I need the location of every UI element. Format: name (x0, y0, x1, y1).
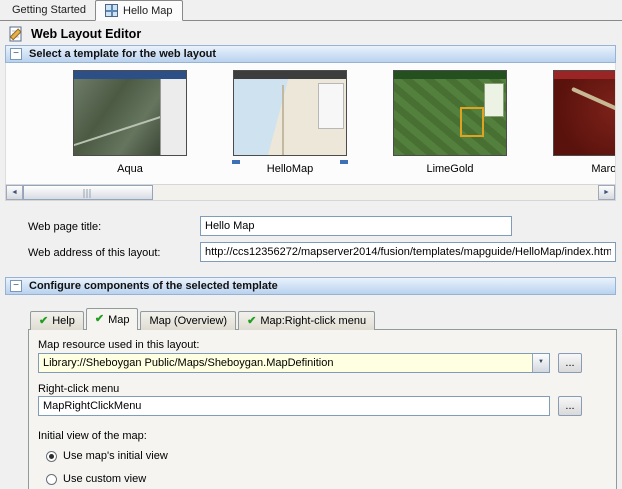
map-icon (105, 4, 118, 17)
tab-hello-map[interactable]: Hello Map (95, 0, 183, 21)
radio-use-map-initial-view[interactable]: Use map's initial view (46, 450, 168, 462)
rightclick-menu-input[interactable] (38, 396, 550, 416)
web-page-title-label: Web page title: (28, 221, 102, 233)
radio-selected-icon[interactable] (46, 450, 57, 462)
radio-label: Use custom view (63, 473, 147, 485)
collapse-icon[interactable]: − (10, 280, 22, 292)
template-thumbnail-strip: Aqua HelloMap LimeGold Maro (6, 70, 616, 175)
scrollbar-grip-icon (83, 189, 93, 198)
template-name: Maroon (591, 163, 616, 175)
template-section-title: Select a template for the web layout (29, 48, 217, 60)
thumbnail-art-layer (394, 71, 506, 79)
radio-use-custom-view[interactable]: Use custom view (46, 473, 146, 485)
web-address-label: Web address of this layout: (28, 247, 161, 259)
tab-map[interactable]: ✔ Map (85, 308, 139, 330)
selection-handle (340, 160, 348, 164)
edit-page-icon (9, 26, 22, 42)
collapse-icon[interactable]: − (10, 48, 22, 60)
template-preview-image[interactable] (553, 70, 615, 156)
template-name: LimeGold (426, 163, 474, 175)
radio-label: Use map's initial view (63, 450, 168, 462)
tab-label: Getting Started (12, 4, 86, 16)
template-preview-image[interactable] (73, 70, 187, 156)
web-address-input[interactable] (200, 242, 616, 262)
thumbnail-art-layer (554, 71, 615, 79)
web-page-title-input[interactable] (200, 216, 512, 236)
browse-rightclick-menu-button[interactable]: ... (558, 396, 582, 416)
check-icon: ✔ (247, 314, 257, 327)
map-resource-label: Map resource used in this layout: (38, 339, 200, 351)
thumbnail-art-layer (282, 85, 284, 155)
selection-handle (232, 160, 240, 164)
tab-label: Map (108, 313, 130, 326)
tab-getting-started[interactable]: Getting Started (3, 0, 95, 20)
scroll-left-icon[interactable]: ◄ (6, 185, 23, 200)
template-section-header: − Select a template for the web layout (5, 45, 616, 63)
rightclick-menu-label: Right-click menu (38, 383, 120, 395)
template-item-aqua[interactable]: Aqua (72, 70, 188, 175)
thumbnail-art-layer (484, 83, 504, 117)
template-item-limegold[interactable]: LimeGold (392, 70, 508, 175)
page-title-row: Web Layout Editor (8, 26, 141, 42)
map-resource-value: Library://Sheboygan Public/Maps/Sheboyga… (43, 357, 334, 369)
thumbnail-art-layer (160, 79, 186, 155)
thumbnail-art-layer (460, 107, 484, 137)
scroll-right-icon[interactable]: ► (598, 185, 615, 200)
check-icon: ✔ (94, 313, 105, 325)
page-title: Web Layout Editor (31, 27, 142, 41)
gallery-horizontal-scrollbar[interactable]: ◄ ► (5, 184, 616, 201)
document-tab-bar: Getting Started Hello Map (0, 0, 622, 21)
browse-map-resource-button[interactable]: ... (558, 353, 582, 373)
tab-label: Map:Right-click menu (260, 315, 367, 327)
template-name: HelloMap (266, 163, 314, 175)
tab-help[interactable]: ✔ Help (30, 311, 84, 330)
map-resource-combobox[interactable]: Library://Sheboygan Public/Maps/Sheboyga… (38, 353, 550, 373)
tab-label: Map (Overview) (149, 315, 228, 327)
thumbnail-art-layer (74, 71, 186, 79)
template-preview-image[interactable] (233, 70, 347, 156)
thumbnail-art-layer (234, 71, 346, 79)
radio-unselected-icon[interactable] (46, 473, 57, 485)
check-icon: ✔ (39, 314, 49, 327)
tab-label: Hello Map (123, 4, 173, 17)
scrollbar-thumb[interactable] (23, 185, 153, 200)
template-item-maroon[interactable]: Maroon (552, 70, 616, 175)
chevron-down-icon[interactable]: ▼ (532, 354, 549, 372)
configure-section-title: Configure components of the selected tem… (29, 280, 278, 292)
web-layout-editor-screen: Getting Started Hello Map Web Layout Edi… (0, 0, 622, 489)
tab-label: Help (52, 315, 75, 327)
thumbnail-art-layer (571, 86, 615, 128)
tab-map-rightclick-menu[interactable]: ✔ Map:Right-click menu (238, 311, 376, 330)
thumbnail-art-layer (318, 83, 344, 129)
radio-dot (49, 453, 54, 459)
initial-view-label: Initial view of the map: (38, 430, 147, 442)
tab-map-overview[interactable]: Map (Overview) (140, 311, 237, 330)
template-gallery: Aqua HelloMap LimeGold Maro (5, 63, 616, 184)
template-item-hellomap[interactable]: HelloMap (232, 70, 348, 175)
template-name: Aqua (117, 163, 143, 175)
component-tab-strip: ✔ Help ✔ Map Map (Overview) ✔ Map:Right-… (30, 308, 377, 330)
template-preview-image[interactable] (393, 70, 507, 156)
map-tab-page: Map resource used in this layout: Librar… (28, 329, 617, 489)
configure-section-header: − Configure components of the selected t… (5, 277, 616, 295)
